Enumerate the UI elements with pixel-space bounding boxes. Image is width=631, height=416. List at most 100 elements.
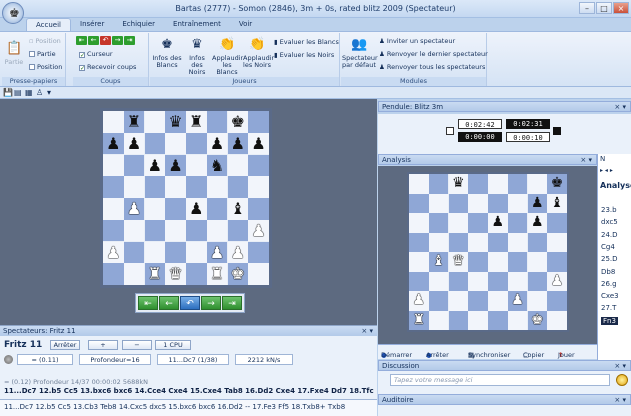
board-square[interactable] (507, 252, 528, 272)
board-square[interactable] (507, 271, 528, 291)
board-square[interactable] (488, 193, 508, 213)
board-square[interactable]: ♚ (227, 111, 249, 133)
chessboard[interactable]: ♜ ♛ ♜ ♚ ♟ ♟ ♟ ♟ ♟ ♟ ♟ ♞ ♟ ♟ ♝ ♟ ♟ ♟ ♟ ♜ ♛ ♜ ♚ (100, 108, 272, 288)
board-square[interactable] (103, 176, 124, 198)
board-square[interactable] (428, 213, 449, 233)
infos-noirs-button[interactable]: ♛ Infos des Noirs (183, 37, 211, 76)
board-square[interactable] (409, 232, 429, 252)
notation-move[interactable]: Db8 (601, 268, 615, 276)
board-square[interactable] (227, 154, 249, 176)
notation-move[interactable]: 25.D (601, 255, 618, 263)
board-square[interactable]: ♜ (186, 111, 207, 133)
first-move-button[interactable]: ⇤ (138, 296, 158, 310)
black-knight-icon[interactable]: ♞ (210, 156, 224, 175)
board-square[interactable] (165, 132, 186, 155)
board-square[interactable]: ♚ (527, 310, 547, 330)
board-square[interactable] (468, 193, 488, 213)
black-pawn-icon[interactable]: ♟ (148, 156, 162, 175)
white-pawn-icon[interactable]: ♟ (210, 243, 224, 262)
next-move-icon[interactable]: → (112, 36, 123, 45)
renvoyer-tous-button[interactable]: ♟ Renvoyer tous les spectateurs (379, 63, 485, 71)
board-square[interactable]: ♟ (165, 154, 186, 176)
board-square[interactable] (488, 291, 508, 311)
board-square[interactable] (428, 174, 449, 194)
board-square[interactable] (186, 154, 207, 176)
board-square[interactable]: ♟ (409, 291, 429, 311)
previous-move-button[interactable]: ← (159, 296, 179, 310)
board-square[interactable] (527, 232, 547, 252)
board-square[interactable] (468, 174, 488, 194)
black-pawn-icon[interactable]: ♟ (210, 134, 224, 153)
board-square[interactable]: ♟ (488, 213, 508, 233)
board-square[interactable] (165, 241, 186, 263)
board-square[interactable] (123, 219, 145, 242)
board-square[interactable] (123, 176, 145, 198)
board-square[interactable] (428, 310, 449, 330)
board-square[interactable] (468, 291, 488, 311)
white-rook-icon[interactable]: ♜ (148, 264, 162, 283)
tab-accueil[interactable]: Accueil (26, 18, 71, 32)
white-pawn-icon[interactable]: ♟ (231, 243, 245, 262)
board-square[interactable] (488, 310, 508, 330)
board-square[interactable] (206, 219, 228, 242)
board-square[interactable] (488, 174, 508, 194)
board-square[interactable]: ♟ (527, 193, 547, 213)
black-pawn-icon[interactable]: ♟ (127, 134, 141, 153)
board-square[interactable]: ♟ (547, 271, 567, 291)
white-rook-icon[interactable]: ♜ (412, 312, 425, 328)
black-pawn-icon[interactable]: ♟ (531, 214, 544, 230)
app-menu-button[interactable]: ♚ (2, 2, 24, 24)
board-square[interactable] (547, 291, 567, 311)
close-button[interactable]: × (613, 2, 629, 14)
board-square[interactable] (206, 198, 228, 220)
panel-close-icon[interactable]: × ▾ (580, 155, 592, 166)
board-square[interactable]: ♟ (103, 132, 124, 155)
board-square[interactable] (448, 193, 468, 213)
white-queen-icon[interactable]: ♛ (452, 253, 465, 269)
board-square[interactable] (409, 213, 429, 233)
board-square[interactable] (186, 219, 207, 242)
save-icon[interactable]: 💾 (3, 88, 13, 97)
board-square[interactable] (468, 252, 488, 272)
board-square[interactable] (248, 263, 269, 285)
board-square[interactable] (186, 176, 207, 198)
board-square[interactable]: ♟ (248, 219, 269, 242)
black-rook-icon[interactable]: ♜ (127, 112, 141, 131)
black-king-icon[interactable]: ♚ (551, 175, 564, 191)
board-square[interactable] (165, 176, 186, 198)
white-pawn-icon[interactable]: ♟ (412, 292, 425, 308)
white-pawn-icon[interactable]: ♟ (127, 199, 141, 218)
evaluer-blancs-button[interactable]: ▮ Evaluer les Blancs (274, 38, 339, 46)
board-square[interactable] (248, 154, 269, 176)
applaudir-noirs-button[interactable]: 👏 Applaudir les Noirs (243, 37, 274, 69)
notation-move[interactable]: 24.D (601, 231, 618, 239)
board-square[interactable]: ♜ (409, 310, 429, 330)
board-square[interactable] (165, 198, 186, 220)
black-pawn-icon[interactable]: ♟ (106, 134, 120, 153)
board-square[interactable] (507, 193, 528, 213)
board-square[interactable] (144, 219, 166, 242)
board-square[interactable]: ♟ (527, 213, 547, 233)
board-square[interactable] (488, 232, 508, 252)
board-square[interactable]: ♟ (186, 198, 207, 220)
white-rook-icon[interactable]: ♜ (210, 264, 224, 283)
black-bishop-icon[interactable]: ♝ (551, 195, 564, 211)
board-square[interactable]: ♜ (123, 111, 145, 133)
board-square[interactable] (428, 291, 449, 311)
black-bishop-icon[interactable]: ♝ (231, 199, 245, 218)
board-square[interactable] (527, 174, 547, 194)
board-square[interactable] (547, 310, 567, 330)
board-square[interactable] (123, 263, 145, 285)
inviter-spectateur-button[interactable]: ♟ Inviter un spectateur (379, 37, 455, 45)
black-pawn-icon[interactable]: ♟ (491, 214, 504, 230)
board-square[interactable] (448, 310, 468, 330)
board-square[interactable]: ♟ (103, 241, 124, 263)
add-line-button[interactable]: + (88, 340, 118, 350)
black-queen-icon[interactable]: ♛ (452, 175, 465, 191)
board-square[interactable] (186, 132, 207, 155)
board-square[interactable]: ♟ (248, 132, 269, 155)
partie-checkbox[interactable]: Partie (29, 50, 56, 58)
notation-move[interactable]: Fn3 (601, 316, 618, 325)
white-bishop-icon[interactable]: ♝ (432, 253, 445, 269)
board-square[interactable]: ♝ (227, 198, 249, 220)
